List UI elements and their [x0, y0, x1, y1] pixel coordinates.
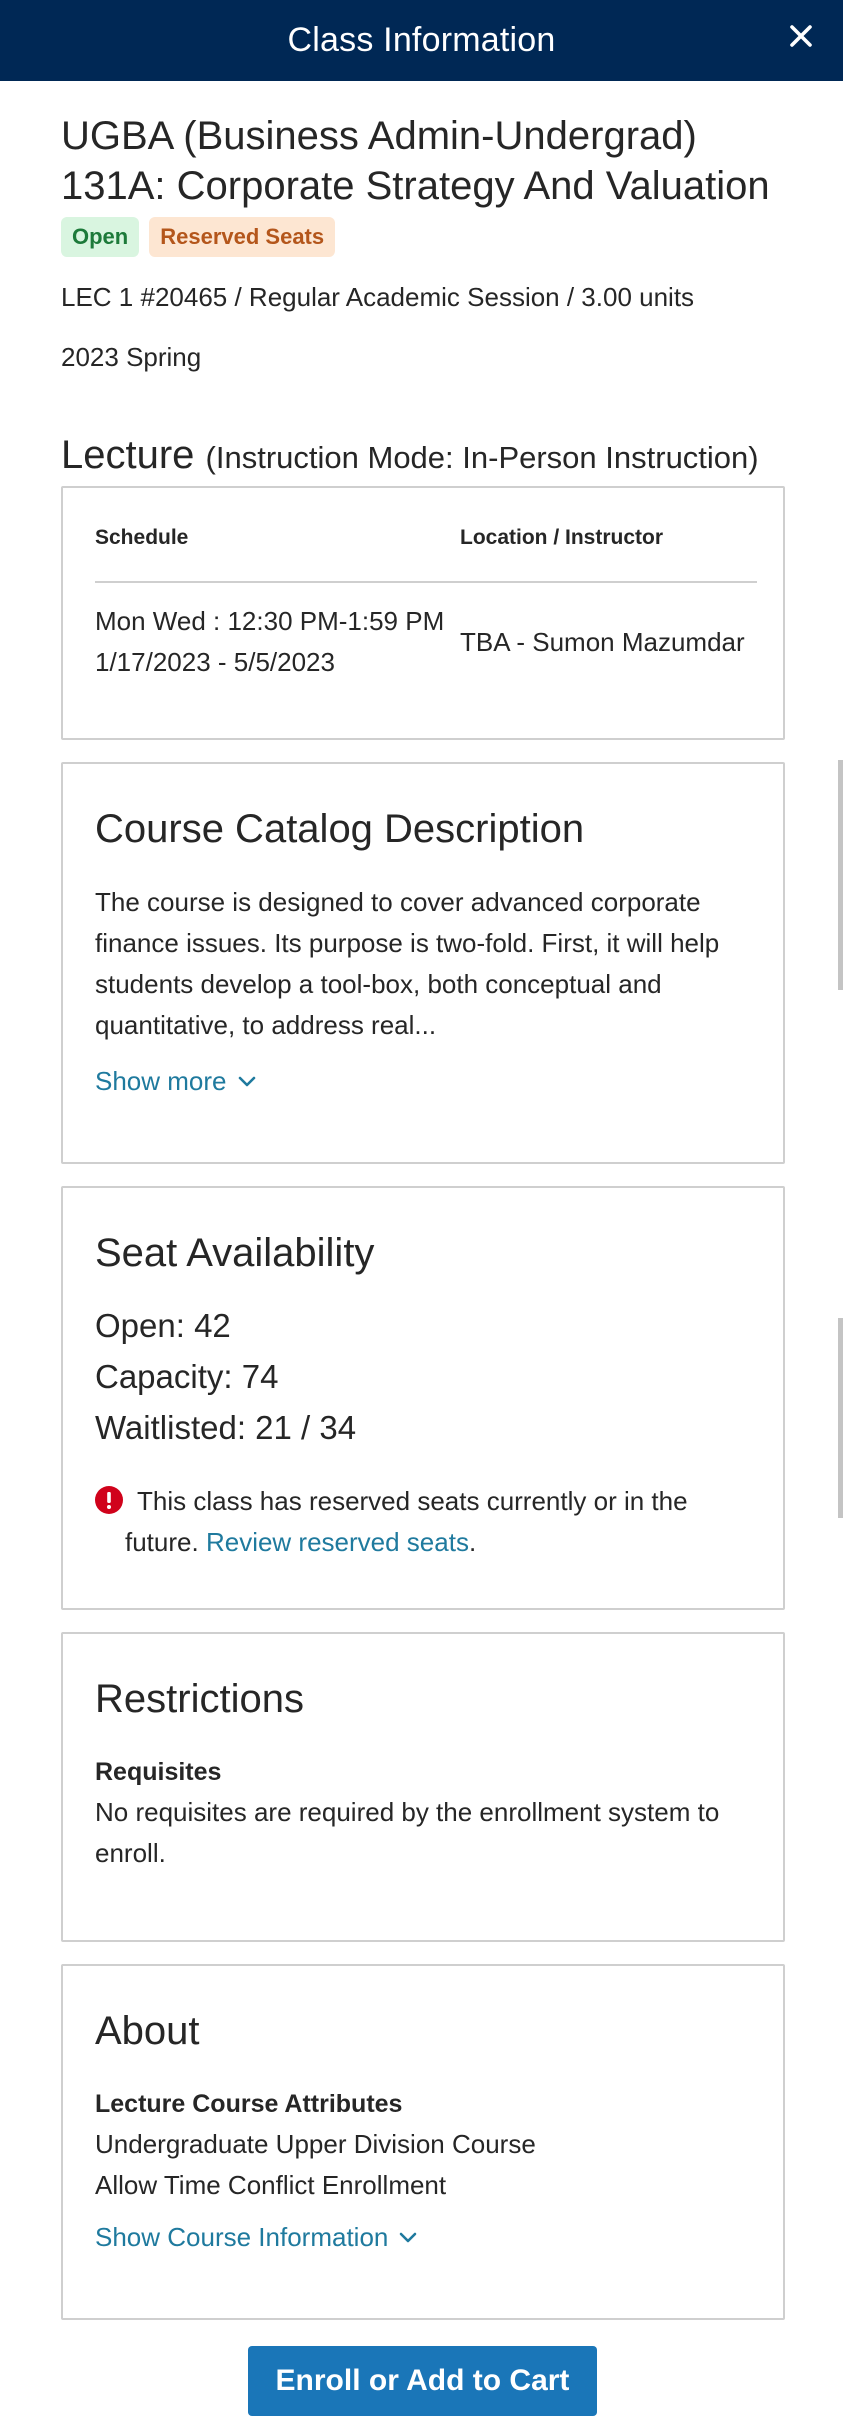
- schedule-card: Schedule Location / Instructor Mon Wed :…: [61, 486, 785, 740]
- close-icon: [790, 25, 812, 47]
- show-more-label: Show more: [95, 1066, 227, 1096]
- course-attributes-label: Lecture Course Attributes: [95, 2090, 403, 2118]
- catalog-description-card: Course Catalog Description The course is…: [61, 762, 785, 1164]
- modal-header: Class Information: [0, 0, 843, 81]
- attribute-item: Allow Time Conflict Enrollment: [95, 2170, 447, 2200]
- about-title: About: [95, 2009, 200, 2053]
- status-badges: Open Reserved Seats: [61, 217, 785, 257]
- instruction-mode: (Instruction Mode: In-Person Instruction…: [205, 440, 759, 475]
- course-title: UGBA (Business Admin-Undergrad) 131A: Co…: [61, 114, 770, 208]
- enroll-button[interactable]: Enroll or Add to Cart: [248, 2346, 597, 2416]
- schedule-column-header: Schedule: [95, 526, 189, 549]
- seat-availability-card: Seat Availability Open: 42 Capacity: 74 …: [61, 1186, 785, 1610]
- reserved-seats-alert: This class has reserved seats currently …: [95, 1481, 751, 1563]
- review-reserved-seats-link[interactable]: Review reserved seats: [206, 1527, 469, 1557]
- seat-availability-title: Seat Availability: [95, 1231, 375, 1275]
- open-badge: Open: [61, 217, 140, 257]
- scrollbar-thumb[interactable]: [838, 760, 843, 990]
- schedule-divider: [95, 581, 757, 583]
- reserved-seats-badge: Reserved Seats: [149, 217, 336, 257]
- lecture-heading: Lecture (Instruction Mode: In-Person Ins…: [61, 431, 785, 482]
- class-info-content: UGBA (Business Admin-Undergrad) 131A: Co…: [61, 81, 785, 2320]
- modal-title: Class Information: [287, 21, 556, 59]
- scrollbar-thumb-secondary[interactable]: [838, 1318, 843, 1518]
- requisites-label: Requisites: [95, 1758, 222, 1786]
- catalog-description: The course is designed to cover advanced…: [95, 887, 720, 1040]
- capacity: Capacity: 74: [95, 1358, 279, 1395]
- alert-period: .: [468, 1527, 477, 1557]
- show-course-information-link[interactable]: Show Course Information: [95, 2222, 751, 2253]
- location-instructor: TBA - Sumon Mazumdar: [460, 627, 745, 657]
- close-button[interactable]: [779, 14, 823, 58]
- show-more-link[interactable]: Show more: [95, 1066, 751, 1097]
- attribute-item: Undergraduate Upper Division Course: [95, 2129, 536, 2159]
- chevron-down-icon: [238, 1076, 255, 1086]
- restrictions-card: Restrictions Requisites No requisites ar…: [61, 1632, 785, 1942]
- chevron-down-icon: [400, 2232, 417, 2242]
- schedule-dates: 1/17/2023 - 5/5/2023: [95, 647, 335, 677]
- requisites-text: No requisites are required by the enroll…: [95, 1797, 720, 1868]
- section-info: LEC 1 #20465 / Regular Academic Session …: [61, 282, 695, 312]
- location-column-header: Location / Instructor: [460, 526, 664, 549]
- term-info: 2023 Spring: [61, 342, 202, 372]
- restrictions-title: Restrictions: [95, 1677, 304, 1721]
- show-course-information-label: Show Course Information: [95, 2222, 389, 2252]
- open-seats: Open: 42: [95, 1307, 231, 1344]
- waitlisted: Waitlisted: 21 / 34: [95, 1409, 357, 1446]
- seat-counts: Open: 42 Capacity: 74 Waitlisted: 21 / 3…: [95, 1300, 751, 1453]
- alert-icon: [95, 1486, 123, 1514]
- schedule-days-time: Mon Wed : 12:30 PM-1:59 PM: [95, 606, 445, 636]
- about-card: About Lecture Course Attributes Undergra…: [61, 1964, 785, 2320]
- lecture-label: Lecture: [61, 433, 195, 477]
- catalog-title: Course Catalog Description: [95, 807, 585, 851]
